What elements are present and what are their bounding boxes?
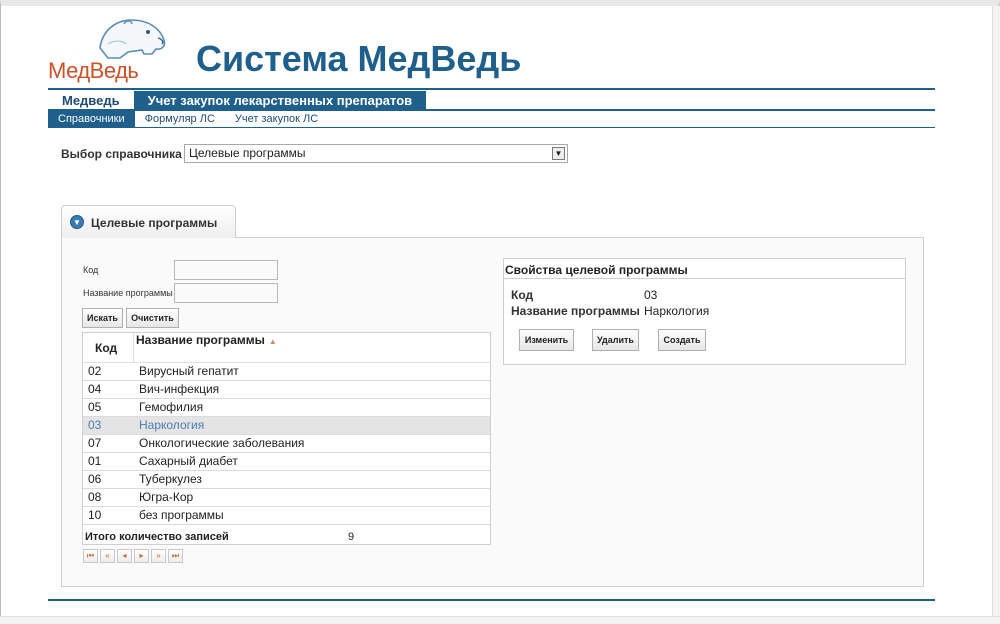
first-page-icon[interactable]: ⏮ [83, 549, 98, 563]
last-page-icon[interactable]: ⏭ [168, 549, 183, 563]
properties-name-label: Название программы [511, 304, 640, 318]
sort-ascending-icon: ▲ [268, 337, 277, 346]
table-row[interactable]: 05 Гемофилия [83, 399, 490, 417]
delete-button[interactable]: Удалить [592, 329, 639, 351]
table-row[interactable]: 06 Туберкулез [83, 471, 490, 489]
clear-button[interactable]: Очистить [126, 308, 179, 328]
page-title: Система МедВедь [196, 38, 522, 79]
pager: ⏮ « ◂ ▸ » ⏭ [83, 549, 183, 563]
directory-select-label: Выбор справочника [61, 147, 182, 161]
row-code: 07 [88, 436, 102, 450]
next-page-icon[interactable]: ▸ [134, 549, 149, 563]
fast-back-icon[interactable]: « [100, 549, 115, 563]
table-header: Код Название программы ▲ [83, 333, 490, 363]
column-header-name[interactable]: Название программы ▲ [136, 333, 277, 347]
dropdown-arrow-icon[interactable]: ▼ [552, 147, 565, 160]
footer-rule [48, 599, 935, 601]
bear-icon [99, 19, 166, 59]
total-count-label: Итого количество записей [85, 531, 229, 543]
panel-tab-title: Целевые программы [91, 216, 218, 230]
row-code: 01 [88, 454, 102, 468]
horizontal-scrollbar[interactable] [0, 616, 1000, 624]
properties-code-label: Код [511, 288, 534, 302]
row-name: Сахарный диабет [139, 454, 238, 468]
create-button[interactable]: Создать [658, 329, 706, 351]
table-row[interactable]: 08 Югра-Кор [83, 489, 490, 507]
programs-table: Код Название программы ▲ 02 Вирусный гепат… [82, 332, 491, 545]
table-row[interactable]: 07 Онкологические заболевания [83, 435, 490, 453]
nav-top-rule [48, 88, 935, 90]
table-row[interactable]: 01 Сахарный диабет [83, 453, 490, 471]
subnav-tab-directories[interactable]: Справочники [48, 111, 135, 127]
properties-name-value: Наркология [644, 304, 710, 318]
row-code: 10 [88, 508, 102, 522]
subnav-tab-formulary[interactable]: Формуляр ЛС [135, 111, 225, 127]
main-nav: Медведь Учет закупок лекарственных препа… [48, 91, 427, 110]
row-name: Вич-инфекция [139, 382, 220, 396]
name-field-label: Название программы [83, 288, 173, 298]
nav-bottom-rule [48, 127, 935, 128]
table-row[interactable]: 10 без программы [83, 507, 490, 525]
total-count-value: 9 [348, 531, 355, 543]
code-input[interactable] [174, 260, 278, 280]
row-code: 06 [88, 472, 102, 486]
fast-forward-icon[interactable]: » [151, 549, 166, 563]
row-name: Гемофилия [139, 400, 204, 414]
table-row[interactable]: 03 Наркология [83, 417, 490, 435]
vertical-scrollbar[interactable] [992, 6, 1000, 616]
table-footer: Итого количество записей 9 [83, 529, 490, 545]
directory-select-value: Целевые программы [189, 146, 306, 160]
row-code: 03 [88, 418, 102, 432]
panel-tab[interactable]: ▼ Целевые программы [61, 205, 236, 238]
name-input[interactable] [174, 283, 278, 303]
row-name: без программы [139, 508, 224, 522]
logo-text: МедВедь [48, 58, 139, 83]
row-name: Онкологические заболевания [139, 436, 305, 450]
nav-tab-drug-procurement[interactable]: Учет закупок лекарственных препаратов [133, 91, 427, 110]
row-name: Наркология [139, 418, 205, 432]
row-code: 08 [88, 490, 102, 504]
table-row[interactable]: 02 Вирусный гепатит [83, 363, 490, 381]
row-name: Югра-Кор [139, 490, 194, 504]
previous-page-icon[interactable]: ◂ [117, 549, 132, 563]
row-name: Вирусный гепатит [139, 364, 239, 378]
column-header-code[interactable]: Код [95, 341, 117, 355]
row-code: 02 [88, 364, 102, 378]
directory-select[interactable]: Целевые программы ▼ [184, 144, 568, 163]
code-field-label: Код [83, 265, 99, 275]
edit-button[interactable]: Изменить [519, 329, 574, 351]
properties-code-value: 03 [644, 288, 658, 302]
table-row[interactable]: 04 Вич-инфекция [83, 381, 490, 399]
sub-nav: Справочники Формуляр ЛС Учет закупок ЛС [48, 111, 328, 127]
logo: МедВедь [48, 14, 168, 83]
properties-panel: Свойства целевой программы Код 03 Назван… [503, 258, 906, 365]
collapse-icon[interactable]: ▼ [70, 215, 84, 229]
nav-tab-medved[interactable]: Медведь [48, 91, 134, 110]
subnav-tab-procurement[interactable]: Учет закупок ЛС [225, 111, 328, 127]
row-code: 05 [88, 400, 102, 414]
column-header-name-label: Название программы [136, 333, 265, 347]
row-code: 04 [88, 382, 102, 396]
row-name: Туберкулез [139, 472, 202, 486]
search-button[interactable]: Искать [82, 308, 123, 328]
properties-title: Свойства целевой программы [504, 262, 905, 279]
column-divider [133, 333, 134, 363]
